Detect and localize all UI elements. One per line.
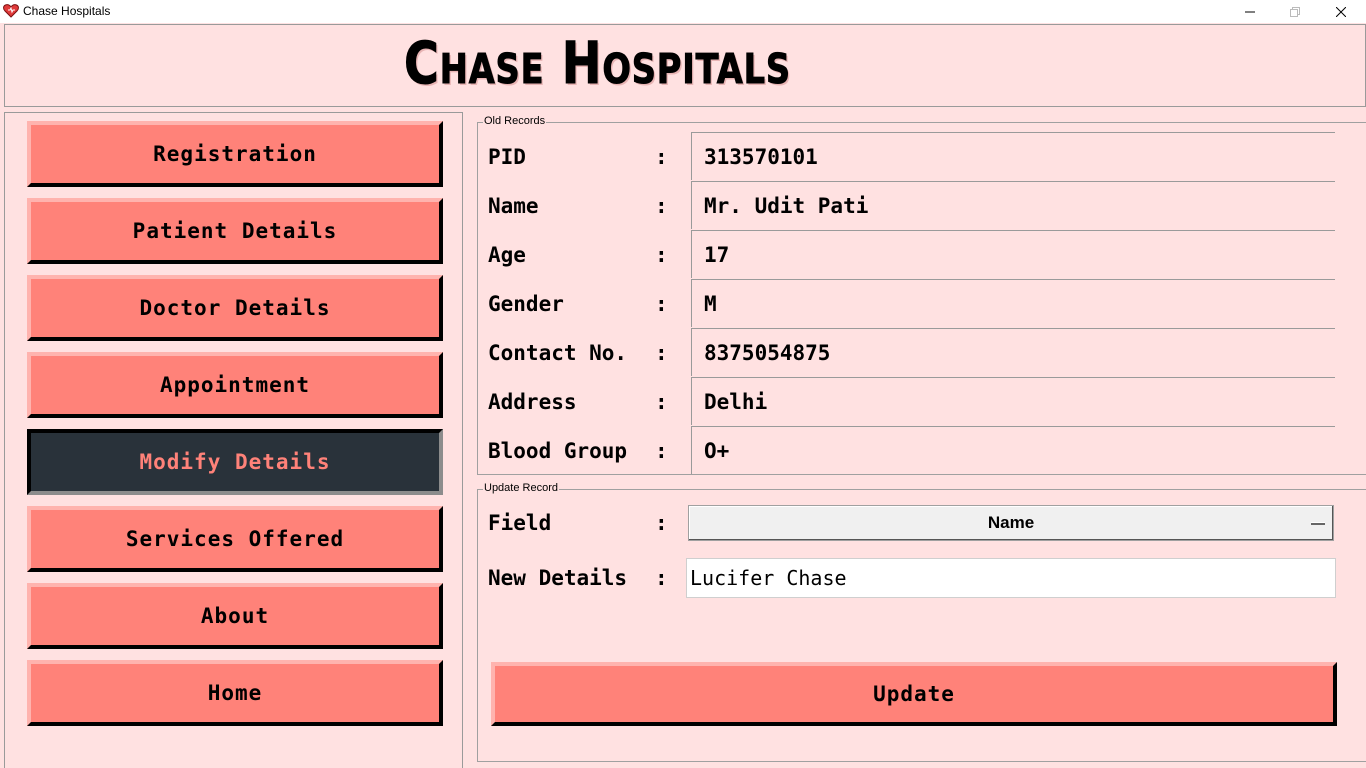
contact-label: Contact No.: [488, 341, 628, 365]
home-button[interactable]: Home: [27, 660, 443, 726]
contact-value: 8375054875: [691, 328, 1335, 376]
minimize-icon: [1245, 11, 1255, 12]
close-button[interactable]: [1318, 0, 1364, 23]
app-header: Chase Hospitals: [4, 24, 1366, 107]
services-offered-button[interactable]: Services Offered: [27, 506, 443, 572]
contact-colon: :: [655, 341, 668, 365]
blood-group-colon: :: [655, 439, 668, 463]
pid-label: PID: [488, 145, 526, 169]
address-value: Delhi: [691, 377, 1335, 425]
modify-details-button[interactable]: Modify Details: [27, 429, 443, 495]
old-records-group: Old Records PID : 313570101 Name : Mr. U…: [477, 115, 1366, 475]
window-titlebar: Chase Hospitals: [0, 0, 1366, 23]
page-title: Chase Hospitals: [404, 29, 791, 98]
doctor-details-button[interactable]: Doctor Details: [27, 275, 443, 341]
update-record-label: Update Record: [483, 482, 559, 494]
age-value: 17: [691, 230, 1335, 278]
new-details-colon: :: [655, 566, 668, 590]
gender-colon: :: [655, 292, 668, 316]
close-icon: [1336, 6, 1346, 17]
address-colon: :: [655, 390, 668, 414]
minimize-button[interactable]: [1227, 0, 1273, 23]
field-dropdown[interactable]: Name: [688, 505, 1334, 541]
field-label: Field: [488, 511, 552, 535]
update-button[interactable]: Update: [491, 662, 1337, 726]
appointment-button[interactable]: Appointment: [27, 352, 443, 418]
update-record-group: Update Record Field : Name New Details :…: [477, 482, 1366, 762]
maximize-button[interactable]: [1272, 0, 1318, 23]
window-title: Chase Hospitals: [23, 4, 111, 18]
blood-group-value: O+: [691, 426, 1335, 474]
name-value: Mr. Udit Pati: [691, 181, 1335, 229]
patient-details-button[interactable]: Patient Details: [27, 198, 443, 264]
heart-icon: [3, 4, 19, 18]
sidebar: Registration Patient Details Doctor Deta…: [4, 112, 463, 768]
field-dropdown-value: Name: [987, 513, 1035, 532]
registration-button[interactable]: Registration: [27, 121, 443, 187]
name-label: Name: [488, 194, 539, 218]
about-button[interactable]: About: [27, 583, 443, 649]
old-records-label: Old Records: [483, 115, 547, 127]
new-details-input[interactable]: Lucifer Chase: [686, 558, 1336, 598]
gender-label: Gender: [488, 292, 564, 316]
new-details-label: New Details: [488, 566, 628, 590]
address-label: Address: [488, 390, 577, 414]
name-colon: :: [655, 194, 668, 218]
pid-colon: :: [655, 145, 668, 169]
dropdown-indicator-icon: [1311, 522, 1325, 525]
restore-icon: [1290, 6, 1300, 17]
age-label: Age: [488, 243, 526, 267]
pid-value: 313570101: [691, 132, 1335, 180]
blood-group-label: Blood Group: [488, 439, 628, 463]
age-colon: :: [655, 243, 668, 267]
field-colon: :: [655, 511, 668, 535]
gender-value: M: [691, 279, 1335, 327]
